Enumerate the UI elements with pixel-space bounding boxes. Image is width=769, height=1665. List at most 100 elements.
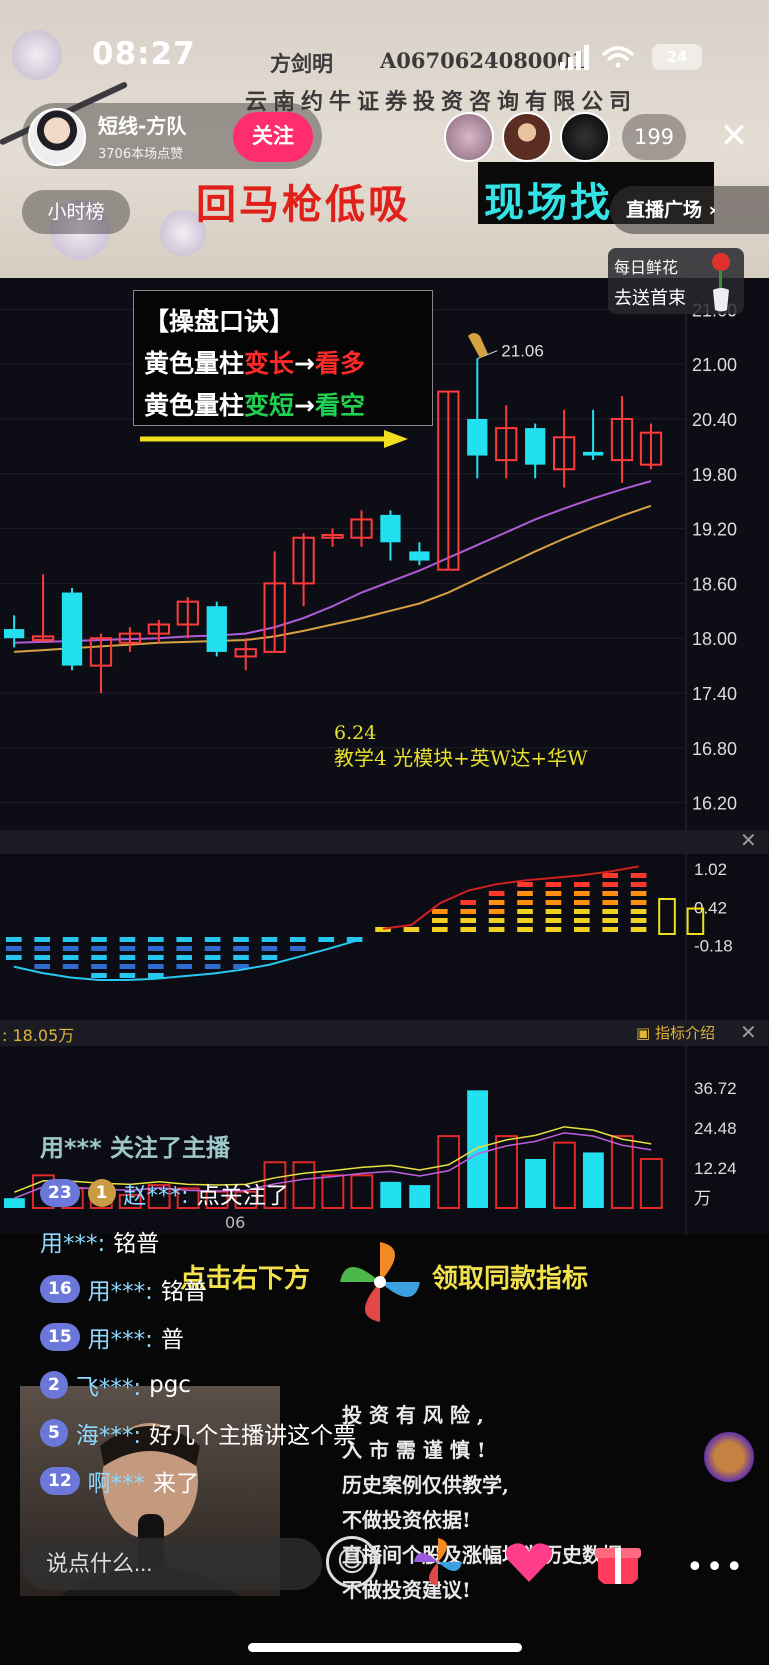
y-tick-label: 19.20 <box>692 520 737 540</box>
macd-bar <box>432 909 448 914</box>
macd-bar <box>517 900 533 905</box>
comment-input[interactable]: 说点什么... <box>22 1538 322 1590</box>
fan-badge: 1 <box>87 1179 116 1207</box>
chat-text: pgc <box>149 1372 191 1398</box>
home-indicator[interactable] <box>248 1643 522 1652</box>
viewer-count[interactable]: 199 <box>622 114 686 160</box>
macd-bar <box>34 946 51 951</box>
y-tick-label: 16.20 <box>692 794 737 814</box>
battery-indicator: 24 <box>652 44 702 70</box>
close-icon[interactable]: ✕ <box>714 118 754 158</box>
macd-bar <box>488 900 505 905</box>
chat-text: 来了 <box>153 1471 200 1497</box>
chat-message[interactable]: 16 用***: 铭普 <box>40 1272 207 1306</box>
hour-rank-button[interactable]: 小时榜 <box>22 190 130 234</box>
close-icon[interactable]: ✕ <box>740 828 757 852</box>
macd-bar <box>602 900 619 905</box>
macd-bar <box>574 927 590 932</box>
macd-bar <box>630 918 647 923</box>
macd-bar <box>602 891 619 896</box>
viewer-avatar[interactable] <box>444 112 494 162</box>
level-badge: 23 <box>40 1179 80 1207</box>
indicator-intro-button[interactable]: ▣ 指标介绍 <box>636 1022 715 1043</box>
macd-bar <box>204 946 221 951</box>
chat-user: 用***: <box>87 1279 153 1305</box>
follow-button[interactable]: 关注 <box>233 112 313 162</box>
macd-bar <box>6 946 22 951</box>
chat-message[interactable]: 用***: 铭普 <box>40 1224 159 1258</box>
macd-bar <box>148 946 164 951</box>
macd-bar <box>460 900 477 905</box>
macd-bar <box>460 909 477 914</box>
macd-bar <box>630 891 647 896</box>
pinwheel-small-icon[interactable] <box>412 1536 464 1588</box>
chat-message[interactable]: 2 飞***: pgc <box>40 1368 191 1402</box>
y-tick-label: 18.00 <box>692 629 737 649</box>
chat-text: 好几个主播讲这个票 <box>149 1423 357 1449</box>
macd-bar <box>62 937 79 942</box>
level-badge: 5 <box>40 1419 68 1447</box>
chevron-right-icon: › <box>708 199 717 221</box>
emoji-icon[interactable]: ☺ <box>326 1536 378 1588</box>
candle-body <box>61 592 83 666</box>
y-tick-label: 36.72 <box>694 1079 737 1098</box>
macd-bar <box>204 955 221 960</box>
ma-line-purple <box>14 480 652 644</box>
macd-bar <box>119 946 136 951</box>
candle-body <box>4 629 25 639</box>
wifi-icon <box>602 46 634 68</box>
macd-header <box>0 830 769 854</box>
viewer-avatar[interactable] <box>560 112 610 162</box>
macd-bar <box>630 882 647 887</box>
macd-bar <box>574 918 590 923</box>
chat-message[interactable]: 15 用***: 普 <box>40 1320 184 1354</box>
macd-bar <box>517 909 533 914</box>
macd-bar <box>91 937 107 942</box>
chat-user: 用***: <box>87 1327 153 1353</box>
ma-line-orange <box>14 504 652 653</box>
macd-bar <box>517 927 533 932</box>
chat-text: 铭普 <box>113 1231 160 1257</box>
macd-bar <box>630 873 647 878</box>
chat-message[interactable]: 12 啊*** 来了 <box>40 1464 199 1498</box>
chat-text: 铭普 <box>160 1279 207 1305</box>
macd-chart: 1.020.42-0.18 <box>6 854 733 1020</box>
live-plaza-button[interactable]: 直播广场 › <box>610 186 769 234</box>
analyst-name: 方剑明 <box>270 51 333 76</box>
macd-bar <box>119 937 136 942</box>
macd-bar <box>91 964 107 969</box>
host-avatar[interactable] <box>28 108 86 166</box>
macd-bar <box>574 900 590 905</box>
chat-message[interactable]: 5 海***: 好几个主播讲这个票 <box>40 1416 356 1450</box>
macd-bar <box>290 937 306 942</box>
chat-message[interactable]: 23 1 赵***: 点关注了 <box>40 1176 289 1210</box>
chat-user: 飞***: <box>75 1375 142 1401</box>
macd-bar <box>233 946 249 951</box>
macd-bar <box>148 964 164 969</box>
macd-bar <box>6 955 22 960</box>
pinwheel-icon[interactable] <box>336 1238 424 1326</box>
planet-icon[interactable] <box>700 1428 758 1486</box>
viewer-avatar[interactable] <box>502 112 552 162</box>
disclaimer-line: 不做投资依据! <box>342 1508 471 1532</box>
macd-bar <box>176 955 193 960</box>
macd-bar <box>602 927 619 932</box>
macd-bar <box>488 927 505 932</box>
candle-body <box>582 451 604 456</box>
chat-user: 赵***: <box>123 1183 189 1209</box>
macd-bar <box>318 937 335 942</box>
disclaimer-line: 投 资 有 风 险 , <box>342 1403 484 1427</box>
macd-bar <box>574 909 590 914</box>
flower-line1: 每日鲜花 <box>614 258 679 277</box>
y-tick-label: 12.24 <box>694 1159 737 1178</box>
chat-text: 点关注了 <box>196 1183 289 1209</box>
close-icon[interactable]: ✕ <box>740 1020 757 1044</box>
macd-bar <box>204 964 221 969</box>
volume-bar <box>639 1157 663 1209</box>
host-likes: 3706本场点赞 <box>98 147 184 162</box>
more-icon[interactable]: ••• <box>686 1550 745 1585</box>
macd-bar <box>119 973 136 978</box>
license-code: A0670624080001 <box>380 48 587 73</box>
heart-icon[interactable] <box>502 1536 554 1588</box>
gift-icon[interactable] <box>592 1536 644 1588</box>
